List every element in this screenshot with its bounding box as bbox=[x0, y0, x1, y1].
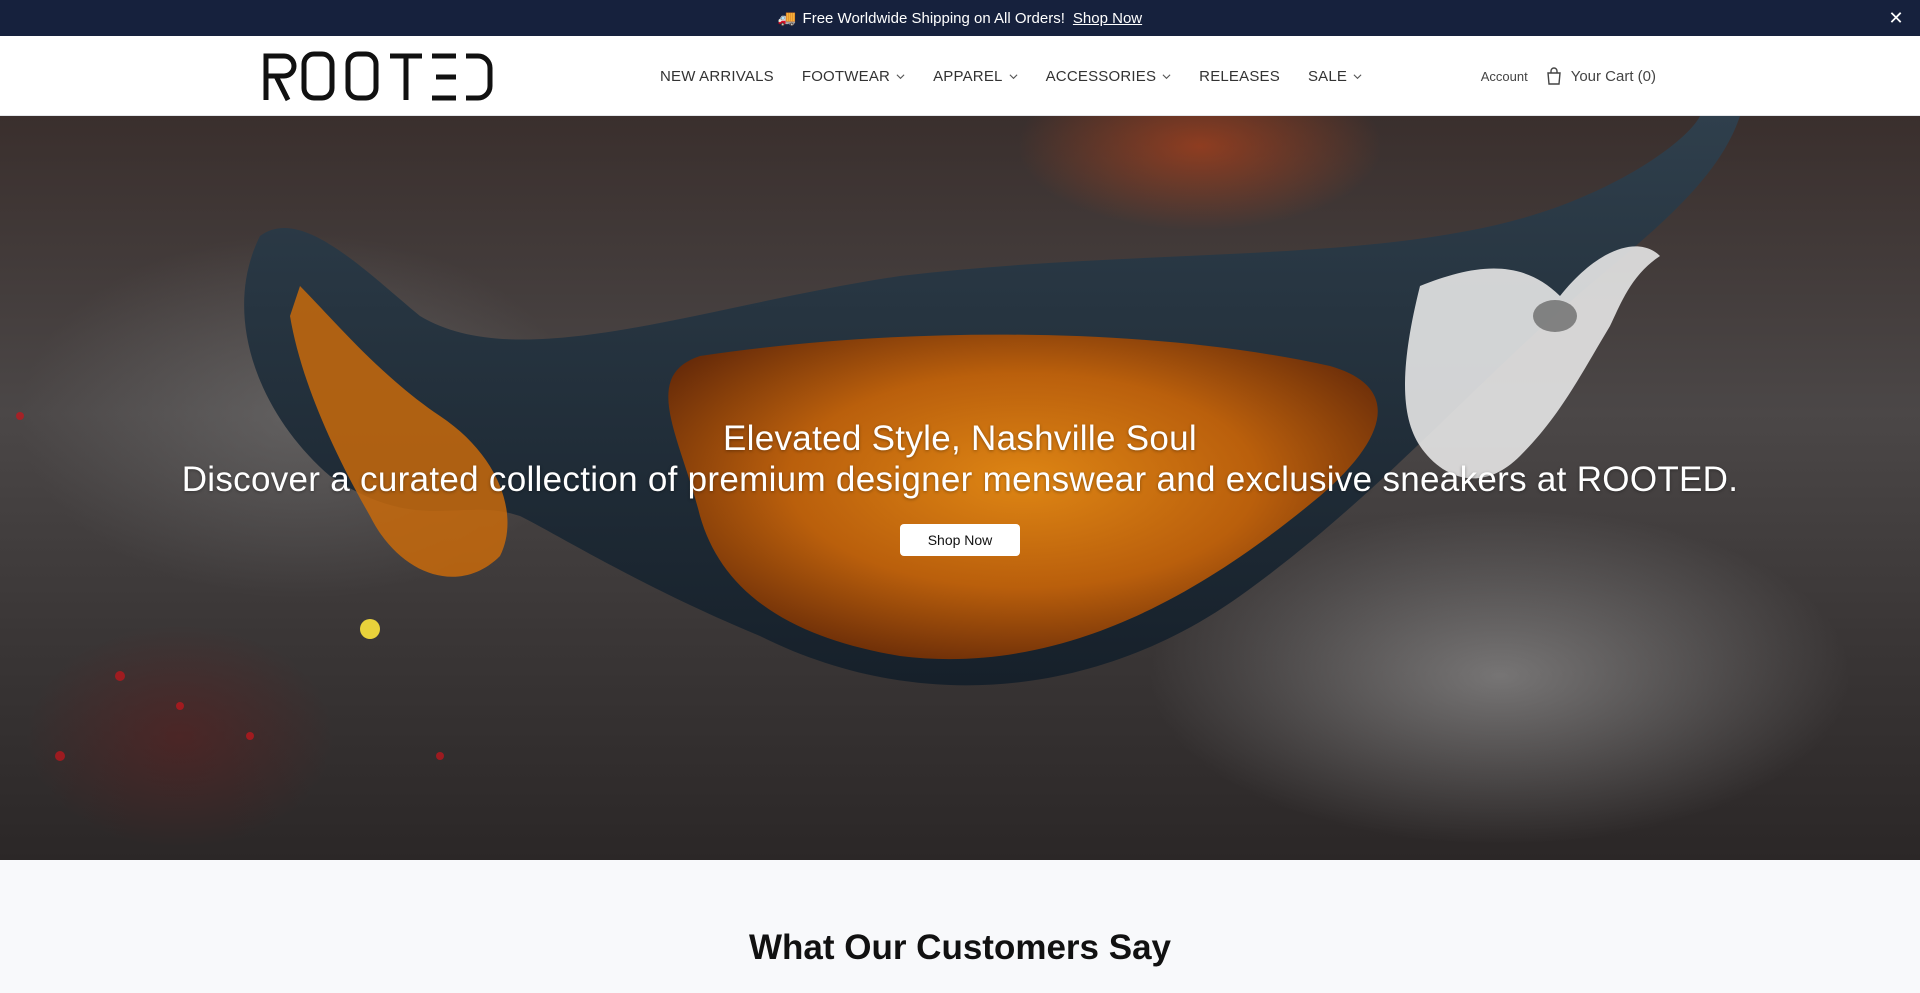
cart-label: Your Cart (0) bbox=[1570, 67, 1656, 85]
hero-text-block: Elevated Style, Nashville Soul Discover … bbox=[0, 418, 1920, 500]
testimonials-heading: What Our Customers Say bbox=[748, 928, 1172, 967]
account-link[interactable]: Account bbox=[1481, 69, 1528, 84]
logo-text: ROOTED bbox=[494, 50, 495, 51]
nav-label: NEW ARRIVALS bbox=[660, 67, 774, 85]
close-icon[interactable]: ✕ bbox=[1886, 8, 1906, 28]
announcement-bar: 🚚 Free Worldwide Shipping on All Orders!… bbox=[0, 0, 1920, 36]
nav-apparel[interactable]: APPAREL bbox=[933, 68, 1018, 85]
testimonials-section: What Our Customers Say bbox=[0, 860, 1920, 993]
hero-title: Elevated Style, Nashville Soul bbox=[723, 419, 1197, 458]
nav-sale[interactable]: SALE bbox=[1308, 68, 1362, 85]
cart-button[interactable]: Your Cart (0) bbox=[1546, 67, 1656, 85]
hero-subtitle: Discover a curated collection of premium… bbox=[181, 460, 1739, 499]
chevron-down-icon bbox=[896, 73, 905, 79]
nav-label: FOOTWEAR bbox=[801, 67, 891, 85]
nav-accessories[interactable]: ACCESSORIES bbox=[1046, 68, 1172, 85]
nav-label: APPAREL bbox=[933, 67, 1003, 85]
rooted-logo bbox=[263, 51, 493, 102]
nav-label: SALE bbox=[1307, 67, 1348, 85]
nav-label: RELEASES bbox=[1199, 67, 1280, 85]
chevron-down-icon bbox=[1353, 73, 1362, 79]
hero-shop-now-button[interactable]: Shop Now bbox=[900, 524, 1020, 556]
chevron-down-icon bbox=[1009, 73, 1018, 79]
nav-new-arrivals[interactable]: NEW ARRIVALS bbox=[660, 68, 774, 85]
announcement-shop-now-link[interactable]: Shop Now bbox=[1073, 10, 1142, 27]
main-nav: NEW ARRIVALS FOOTWEAR APPAREL ACCESSORIE… bbox=[660, 36, 1362, 116]
shopping-bag-icon bbox=[1546, 67, 1561, 85]
truck-icon: 🚚 bbox=[777, 10, 797, 27]
nav-footwear[interactable]: FOOTWEAR bbox=[802, 68, 905, 85]
chevron-down-icon bbox=[1162, 73, 1171, 79]
announcement-text: Free Worldwide Shipping on All Orders! bbox=[802, 9, 1065, 27]
hero-banner: Elevated Style, Nashville Soul Discover … bbox=[0, 116, 1920, 860]
site-header: ROOTED NEW ARRIVALS FOOTWEAR APPAREL ACC… bbox=[0, 36, 1920, 116]
header-actions: Account Your Cart (0) bbox=[1481, 36, 1656, 116]
nav-label: ACCESSORIES bbox=[1045, 67, 1157, 85]
logo[interactable]: ROOTED bbox=[262, 50, 494, 102]
nav-releases[interactable]: RELEASES bbox=[1199, 68, 1280, 85]
